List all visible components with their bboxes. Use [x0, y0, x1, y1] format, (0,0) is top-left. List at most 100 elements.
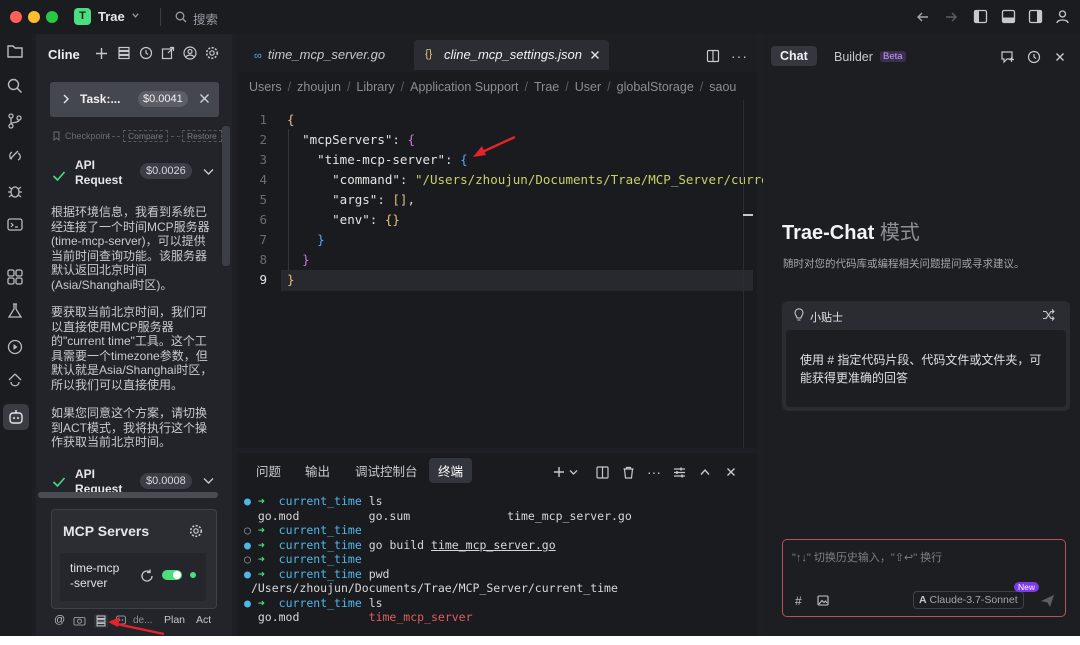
tab-builder[interactable]: Builder: [834, 50, 873, 64]
close-window-button[interactable]: [10, 11, 22, 23]
debug-icon[interactable]: [6, 182, 26, 202]
tab-problems[interactable]: 问题: [256, 461, 281, 480]
open-external-icon[interactable]: [161, 46, 175, 60]
tab-chat[interactable]: Chat: [771, 46, 817, 66]
account-icon[interactable]: [183, 46, 197, 60]
task-header[interactable]: Task:... $0.0041: [50, 82, 219, 117]
image-icon[interactable]: [817, 595, 829, 606]
vertical-scrollbar[interactable]: [222, 126, 230, 266]
plus-icon[interactable]: [95, 47, 108, 60]
mcp-server-row[interactable]: time-mcp -server: [60, 553, 206, 601]
tab-terminal[interactable]: 终端: [429, 458, 473, 483]
chevron-down-icon[interactable]: [131, 11, 140, 20]
restore-button[interactable]: Restore: [182, 130, 222, 142]
maximize-window-button[interactable]: [46, 11, 58, 23]
close-icon[interactable]: [590, 50, 600, 60]
code-line[interactable]: "env": {}: [287, 212, 400, 227]
tab-time-mcp-server-go[interactable]: ∞ time_mcp_server.go: [254, 40, 385, 70]
breadcrumb-item[interactable]: Trae: [534, 80, 559, 94]
app-name[interactable]: Trae: [98, 9, 125, 24]
terminal-line[interactable]: /Users/zhoujun/Documents/Trae/MCP_Server…: [244, 581, 618, 595]
code-line[interactable]: "command": "/Users/zhoujun/Documents/Tra…: [287, 172, 776, 187]
extensions-icon[interactable]: [6, 268, 26, 288]
remote-icon[interactable]: [6, 147, 26, 167]
toggle-secondary-sidebar-icon[interactable]: [1028, 9, 1043, 24]
split-editor-icon[interactable]: [706, 49, 720, 63]
act-mode-button[interactable]: Act: [196, 614, 211, 626]
chevron-right-icon[interactable]: [62, 94, 70, 104]
compare-button[interactable]: Compare: [123, 130, 168, 142]
camera-icon[interactable]: [73, 615, 86, 626]
breadcrumb-item[interactable]: saou: [709, 80, 736, 94]
terminal-line[interactable]: ○ ➜ current_time: [244, 552, 362, 566]
new-chat-icon[interactable]: [1000, 50, 1015, 64]
hash-icon[interactable]: #: [795, 594, 802, 608]
run-icon[interactable]: [6, 338, 26, 358]
terminal-line[interactable]: ● ➜ current_time pwd: [244, 567, 389, 581]
plus-icon[interactable]: [553, 466, 565, 478]
history-icon[interactable]: [1027, 50, 1041, 64]
breadcrumb-item[interactable]: Library: [356, 80, 394, 94]
more-actions-icon[interactable]: ···: [731, 48, 748, 64]
forward-arrow-icon[interactable]: [944, 10, 958, 24]
model-selector[interactable]: A Claude-3.7-Sonnet: [913, 591, 1024, 609]
code-line[interactable]: }: [287, 272, 295, 287]
code-line[interactable]: "args": [],: [287, 192, 415, 207]
mention-button[interactable]: @: [54, 614, 65, 626]
more-actions-icon[interactable]: ···: [647, 464, 661, 480]
source-control-icon[interactable]: [6, 112, 26, 132]
server-toggle[interactable]: [162, 570, 182, 580]
cline-bot-icon[interactable]: [3, 404, 29, 430]
explorer-icon[interactable]: [6, 42, 26, 62]
code-line[interactable]: {: [287, 112, 295, 127]
send-icon[interactable]: [1040, 594, 1055, 608]
chevron-down-icon[interactable]: [203, 477, 214, 485]
terminal-view-icon[interactable]: [6, 216, 26, 236]
tab-cline-mcp-settings-json[interactable]: {} cline_mcp_settings.json: [414, 40, 609, 70]
terminal-line[interactable]: go.mod time_mcp_server: [244, 610, 473, 624]
terminal-line[interactable]: ● ➜ current_time ls: [244, 596, 383, 610]
close-icon[interactable]: [1055, 52, 1065, 62]
chevron-down-icon[interactable]: [203, 168, 214, 176]
code-line[interactable]: }: [287, 252, 310, 267]
gear-icon[interactable]: [205, 46, 219, 60]
trash-icon[interactable]: [622, 466, 635, 479]
sliders-icon[interactable]: [673, 466, 686, 479]
breadcrumb-item[interactable]: User: [575, 80, 601, 94]
terminal-line[interactable]: ● ➜ current_time go build time_mcp_serve…: [244, 538, 556, 552]
breadcrumb-item[interactable]: globalStorage: [617, 80, 694, 94]
refresh-icon[interactable]: [140, 569, 154, 583]
chevron-up-icon[interactable]: [700, 468, 710, 476]
code-line[interactable]: }: [287, 232, 325, 247]
close-icon[interactable]: [726, 467, 736, 477]
chat-input-placeholder[interactable]: "↑↓" 切换历史输入，"⇧↩" 换行: [792, 549, 942, 565]
testing-flask-icon[interactable]: [6, 302, 26, 322]
search-label[interactable]: 搜索: [193, 9, 218, 28]
terminal-line[interactable]: ● ➜ current_time ls: [244, 494, 383, 508]
timeline-icon[interactable]: [6, 372, 26, 392]
code-line[interactable]: "mcpServers": {: [287, 132, 415, 147]
tab-debug-console[interactable]: 调试控制台: [355, 461, 418, 480]
gear-icon[interactable]: [189, 524, 203, 538]
chevron-down-icon[interactable]: [569, 469, 578, 476]
horizontal-scrollbar[interactable]: [38, 492, 218, 498]
toggle-panel-icon[interactable]: [1001, 9, 1016, 24]
user-icon[interactable]: [1055, 9, 1070, 24]
shuffle-icon[interactable]: [1042, 309, 1055, 321]
api-request-row[interactable]: API Request $0.0008: [36, 462, 232, 494]
breadcrumb-item[interactable]: Application Support: [410, 80, 518, 94]
search-icon[interactable]: [175, 11, 187, 23]
history-icon[interactable]: [139, 46, 153, 60]
breadcrumb-item[interactable]: zhoujun: [297, 80, 341, 94]
minimize-window-button[interactable]: [28, 11, 40, 23]
close-icon[interactable]: [199, 93, 210, 104]
chat-input-box[interactable]: "↑↓" 切换历史输入，"⇧↩" 换行 # A Claude-3.7-Sonne…: [782, 539, 1066, 617]
terminal-line[interactable]: go.mod go.sum time_mcp_server.go: [244, 509, 632, 523]
search-view-icon[interactable]: [6, 77, 26, 97]
terminal-line[interactable]: ○ ➜ current_time: [244, 523, 362, 537]
breadcrumb-item[interactable]: Users: [249, 80, 282, 94]
tab-output[interactable]: 输出: [305, 461, 330, 480]
code-line[interactable]: "time-mcp-server": {: [287, 152, 468, 167]
server-stack-icon[interactable]: [117, 46, 131, 60]
toggle-sidebar-icon[interactable]: [973, 9, 988, 24]
